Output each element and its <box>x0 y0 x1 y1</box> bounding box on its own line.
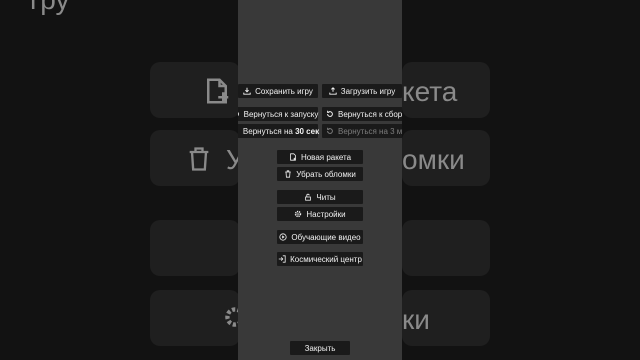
trash-icon <box>285 170 291 178</box>
load-game-label: Загрузить игру <box>340 86 396 96</box>
return-30s-amount: 30 сек <box>295 126 320 136</box>
clear-debris-button[interactable]: Убрать обломки <box>277 167 363 181</box>
pause-menu-panel: Сохранить игру Загрузить игру Вернуться … <box>238 0 402 360</box>
unlock-icon <box>305 193 312 201</box>
revert-icon <box>327 110 333 117</box>
background-left: У гру <box>0 0 238 360</box>
upload-icon <box>329 87 337 95</box>
load-game-button[interactable]: Загрузить игру <box>322 84 402 98</box>
return-to-build-button[interactable]: Вернуться к сборке <box>322 107 402 121</box>
bg-settings-fragment: ки <box>402 304 430 335</box>
return-3min-button[interactable]: Вернуться на 3 ми <box>322 124 402 138</box>
clear-debris-label: Убрать обломки <box>296 169 356 179</box>
new-rocket-label: Новая ракета <box>300 152 352 162</box>
bg-top-text: гру <box>30 0 69 16</box>
bg-trash-icon <box>189 147 209 171</box>
return-to-build-label: Вернуться к сборке <box>338 109 402 119</box>
cheats-button[interactable]: Читы <box>277 190 363 204</box>
gear-icon <box>295 210 302 218</box>
return-to-launch-label: Вернуться к запуску <box>243 109 319 119</box>
bg-new-rocket-fragment: кета <box>402 76 458 107</box>
tutorial-videos-label: Обучающие видео <box>291 232 361 242</box>
revert-icon <box>238 127 239 135</box>
space-center-label: Космический центр <box>290 254 362 264</box>
revert-icon <box>327 127 333 134</box>
space-center-button[interactable]: Космический центр <box>277 252 363 266</box>
return-to-launch-button[interactable]: Вернуться к запуску <box>238 107 318 121</box>
exit-icon <box>278 255 286 263</box>
close-button[interactable]: Закрыть <box>290 341 350 355</box>
new-file-icon <box>290 153 296 161</box>
bg-clear-debris-fragment: У <box>226 144 238 175</box>
settings-button[interactable]: Настройки <box>277 207 363 221</box>
bg-tile-3-right <box>402 220 490 276</box>
return-3min-label: Вернуться на 3 ми <box>338 126 402 136</box>
background-right: кета омки ки <box>402 0 640 360</box>
revert-icon <box>238 112 239 116</box>
bg-clear-debris-fragment-right: омки <box>402 144 465 175</box>
bg-new-file-icon <box>207 78 229 104</box>
tutorial-videos-button[interactable]: Обучающие видео <box>277 230 363 244</box>
return-30s-button[interactable]: Вернуться на 30 сек <box>238 124 319 138</box>
settings-label: Настройки <box>306 209 346 219</box>
save-game-label: Сохранить игру <box>255 86 313 96</box>
play-circle-icon <box>279 233 287 241</box>
close-label: Закрыть <box>304 343 336 353</box>
return-30s-prefix: Вернуться на <box>242 126 296 136</box>
return-30s-label: Вернуться на 30 сек <box>243 127 319 136</box>
save-game-button[interactable]: Сохранить игру <box>238 84 318 98</box>
bg-tile-3 <box>150 220 238 276</box>
bg-gear-icon <box>225 307 238 327</box>
download-icon <box>243 87 251 95</box>
new-rocket-button[interactable]: Новая ракета <box>277 150 363 164</box>
cheats-label: Читы <box>316 192 336 202</box>
